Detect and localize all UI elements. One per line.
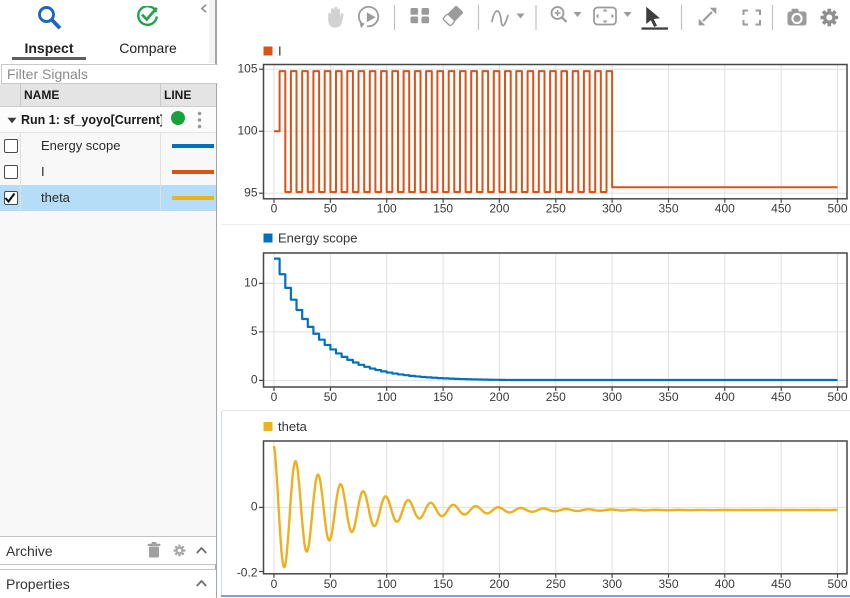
svg-text:0: 0: [251, 373, 258, 387]
svg-text:10: 10: [244, 276, 258, 290]
svg-text:I: I: [278, 44, 282, 59]
svg-text:200: 200: [489, 390, 509, 404]
svg-text:100: 100: [377, 577, 397, 591]
svg-text:400: 400: [715, 390, 735, 404]
svg-text:0: 0: [251, 500, 258, 514]
svg-text:100: 100: [237, 124, 257, 138]
svg-text:0: 0: [271, 202, 278, 216]
svg-text:0: 0: [271, 577, 278, 591]
svg-text:50: 50: [324, 577, 338, 591]
svg-text:0: 0: [271, 390, 278, 404]
svg-text:450: 450: [771, 202, 791, 216]
svg-text:150: 150: [433, 202, 453, 216]
svg-text:95: 95: [244, 186, 258, 200]
svg-text:400: 400: [715, 202, 735, 216]
svg-text:50: 50: [324, 390, 338, 404]
svg-text:500: 500: [827, 390, 847, 404]
svg-text:250: 250: [546, 577, 566, 591]
svg-text:50: 50: [324, 202, 338, 216]
svg-text:500: 500: [827, 577, 847, 591]
svg-text:450: 450: [771, 577, 791, 591]
svg-text:350: 350: [658, 390, 678, 404]
svg-text:450: 450: [771, 390, 791, 404]
svg-text:200: 200: [489, 577, 509, 591]
svg-text:-0.2: -0.2: [237, 565, 258, 579]
svg-text:Energy scope: Energy scope: [278, 231, 358, 246]
svg-text:200: 200: [489, 202, 509, 216]
svg-text:250: 250: [546, 390, 566, 404]
svg-text:500: 500: [827, 202, 847, 216]
svg-text:100: 100: [377, 390, 397, 404]
svg-text:150: 150: [433, 390, 453, 404]
svg-text:150: 150: [433, 577, 453, 591]
svg-text:250: 250: [546, 202, 566, 216]
svg-text:350: 350: [658, 577, 678, 591]
svg-text:105: 105: [237, 62, 257, 76]
svg-text:350: 350: [658, 202, 678, 216]
svg-text:5: 5: [251, 324, 258, 338]
svg-text:300: 300: [602, 577, 622, 591]
svg-text:theta: theta: [278, 419, 308, 434]
svg-text:100: 100: [377, 202, 397, 216]
svg-text:400: 400: [715, 577, 735, 591]
svg-text:300: 300: [602, 202, 622, 216]
svg-text:300: 300: [602, 390, 622, 404]
